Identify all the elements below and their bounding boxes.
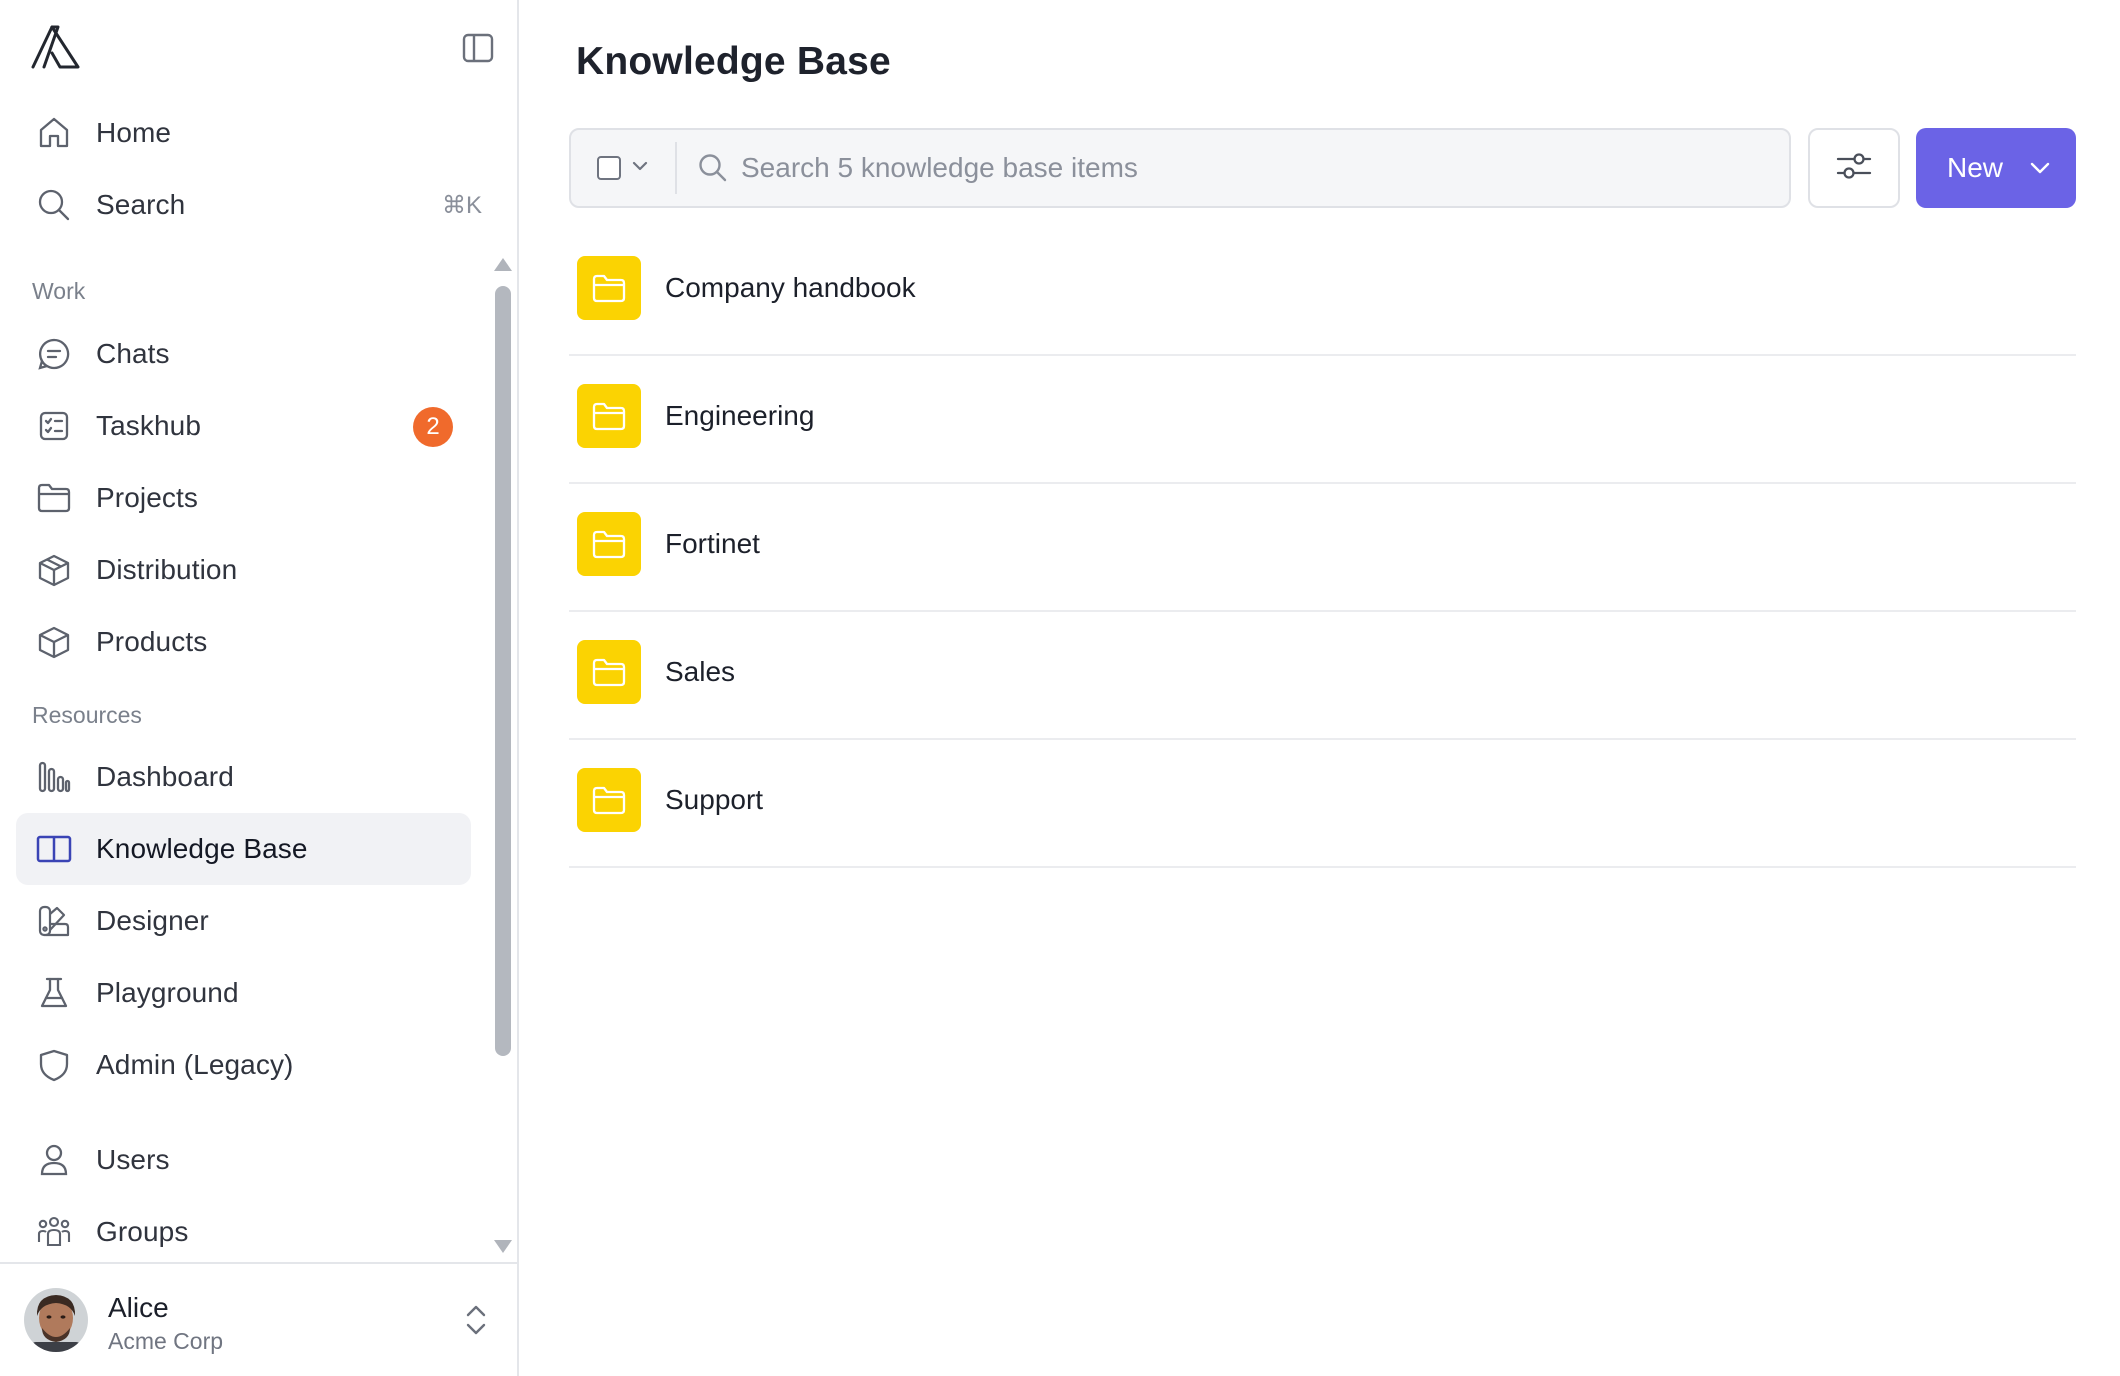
sidebar-item-label: Dashboard: [96, 761, 234, 792]
main-content: Knowledge Base New Company handbook: [521, 0, 2120, 1376]
select-all-checkbox[interactable]: [597, 156, 621, 180]
sidebar-item-knowledge-base[interactable]: Knowledge Base: [16, 813, 471, 885]
flask-icon: [36, 975, 72, 1011]
list-item[interactable]: Fortinet: [569, 484, 2076, 612]
search-icon: [697, 152, 729, 184]
search-bar: [569, 128, 1791, 208]
shield-icon: [36, 1047, 72, 1083]
sidebar-item-label: Users: [96, 1144, 170, 1175]
user-menu[interactable]: Alice Acme Corp: [0, 1262, 517, 1376]
chevron-down-icon: [2028, 156, 2052, 185]
item-name: Sales: [665, 656, 736, 687]
sidebar: Home Search ⌘K Work Chats Taskhub 2 Proj…: [0, 0, 519, 1376]
box-icon: [36, 552, 72, 588]
sidebar-item-playground[interactable]: Playground: [16, 957, 471, 1029]
sidebar-item-chats[interactable]: Chats: [16, 318, 471, 390]
select-all-dropdown[interactable]: [571, 130, 675, 206]
home-icon: [36, 115, 72, 151]
search-icon: [36, 187, 72, 223]
folder-icon: [577, 512, 641, 576]
chat-icon: [36, 336, 72, 372]
sidebar-item-label: Projects: [96, 482, 198, 513]
checklist-icon: [36, 408, 72, 444]
search-shortcut: ⌘K: [442, 191, 483, 219]
item-name: Company handbook: [665, 272, 916, 303]
sidebar-item-label: Home: [96, 117, 172, 148]
sidebar-item-taskhub[interactable]: Taskhub 2: [16, 390, 471, 462]
sidebar-item-label: Designer: [96, 905, 209, 936]
sidebar-item-designer[interactable]: Designer: [16, 885, 471, 957]
new-button-label: New: [1947, 152, 2004, 183]
sidebar-item-distribution[interactable]: Distribution: [16, 534, 471, 606]
sidebar-item-home[interactable]: Home: [16, 97, 471, 169]
sidebar-item-projects[interactable]: Projects: [16, 462, 471, 534]
sidebar-item-groups[interactable]: Groups: [16, 1196, 471, 1268]
scroll-up-arrow-icon[interactable]: [494, 258, 512, 271]
sidebar-item-admin-legacy[interactable]: Admin (Legacy): [16, 1029, 471, 1101]
sidebar-toggle-icon[interactable]: [458, 30, 498, 66]
sidebar-item-label: Products: [96, 626, 208, 657]
section-label-resources: Resources: [32, 702, 142, 728]
folder-icon: [577, 384, 641, 448]
sidebar-item-label: Knowledge Base: [96, 833, 308, 864]
sidebar-item-products[interactable]: Products: [16, 606, 471, 678]
cube-icon: [36, 624, 72, 660]
list-item[interactable]: Support: [569, 740, 2076, 868]
book-open-icon: [36, 831, 72, 867]
notification-badge: 2: [413, 407, 453, 447]
sidebar-item-label: Chats: [96, 338, 170, 369]
item-name: Fortinet: [665, 528, 760, 559]
sidebar-item-label: Playground: [96, 977, 239, 1008]
palette-icon: [36, 903, 72, 939]
folder-icon: [577, 768, 641, 832]
user-org: Acme Corp: [108, 1328, 224, 1354]
item-name: Engineering: [665, 400, 815, 431]
avatar: [24, 1288, 88, 1352]
chevron-down-icon: [631, 159, 649, 177]
bar-chart-icon: [36, 759, 72, 795]
page-title: Knowledge Base: [576, 40, 891, 83]
user-name: Alice: [108, 1292, 169, 1323]
new-button[interactable]: New: [1916, 128, 2076, 208]
sidebar-item-search[interactable]: Search ⌘K: [16, 169, 483, 241]
sidebar-item-label: Admin (Legacy): [96, 1049, 294, 1080]
app-logo[interactable]: [30, 24, 82, 70]
item-name: Support: [665, 784, 764, 815]
divider: [675, 142, 677, 194]
sidebar-item-label: Groups: [96, 1216, 189, 1247]
folder-icon: [577, 640, 641, 704]
search-input[interactable]: [741, 144, 1771, 192]
sidebar-item-label: Distribution: [96, 554, 238, 585]
sidebar-item-users[interactable]: Users: [16, 1124, 471, 1196]
sidebar-item-label: Search: [96, 189, 186, 220]
list-item[interactable]: Company handbook: [569, 228, 2076, 356]
chevron-up-down-icon[interactable]: [460, 1300, 492, 1340]
filter-button[interactable]: [1808, 128, 1900, 208]
list-item[interactable]: Engineering: [569, 356, 2076, 484]
sliders-icon: [1834, 149, 1874, 188]
section-label-work: Work: [32, 278, 86, 304]
scroll-down-arrow-icon[interactable]: [494, 1240, 512, 1253]
users-group-icon: [36, 1214, 72, 1250]
user-icon: [36, 1142, 72, 1178]
sidebar-item-dashboard[interactable]: Dashboard: [16, 741, 471, 813]
folder-icon: [36, 480, 72, 516]
sidebar-scrollbar-thumb[interactable]: [495, 286, 511, 1056]
list-item[interactable]: Sales: [569, 612, 2076, 740]
sidebar-item-label: Taskhub: [96, 410, 201, 441]
folder-icon: [577, 256, 641, 320]
